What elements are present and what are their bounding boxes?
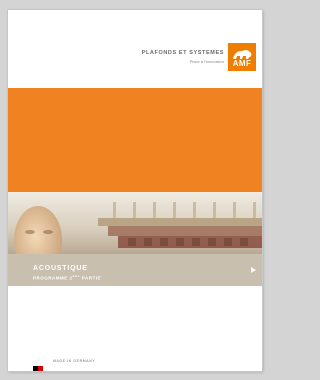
- cover-subtitle: PROGRAMME 2ème PARTIE: [33, 274, 101, 281]
- brochure-cover: PLAFONDS ET SYSTEMES Place à l'innovatio…: [8, 10, 262, 371]
- subtitle-prefix: PROGRAMME 2: [33, 275, 73, 281]
- cover-title: ACOUSTIQUE: [33, 265, 88, 272]
- brand-tagline: Place à l'innovation: [189, 59, 224, 64]
- subtitle-suffix: PARTIE: [80, 275, 101, 281]
- german-flag-icon: [33, 358, 49, 371]
- subtitle-superscript: ème: [72, 274, 81, 278]
- made-in-text: MADE IN GERMANY: [53, 358, 96, 363]
- cover-photo: [8, 192, 262, 254]
- brand-title: PLAFONDS ET SYSTEMES: [141, 50, 224, 56]
- play-arrow-icon: [251, 267, 256, 273]
- orange-band: [8, 88, 262, 192]
- logo-text: AMF: [232, 59, 252, 68]
- amf-logo: AMF: [228, 43, 256, 71]
